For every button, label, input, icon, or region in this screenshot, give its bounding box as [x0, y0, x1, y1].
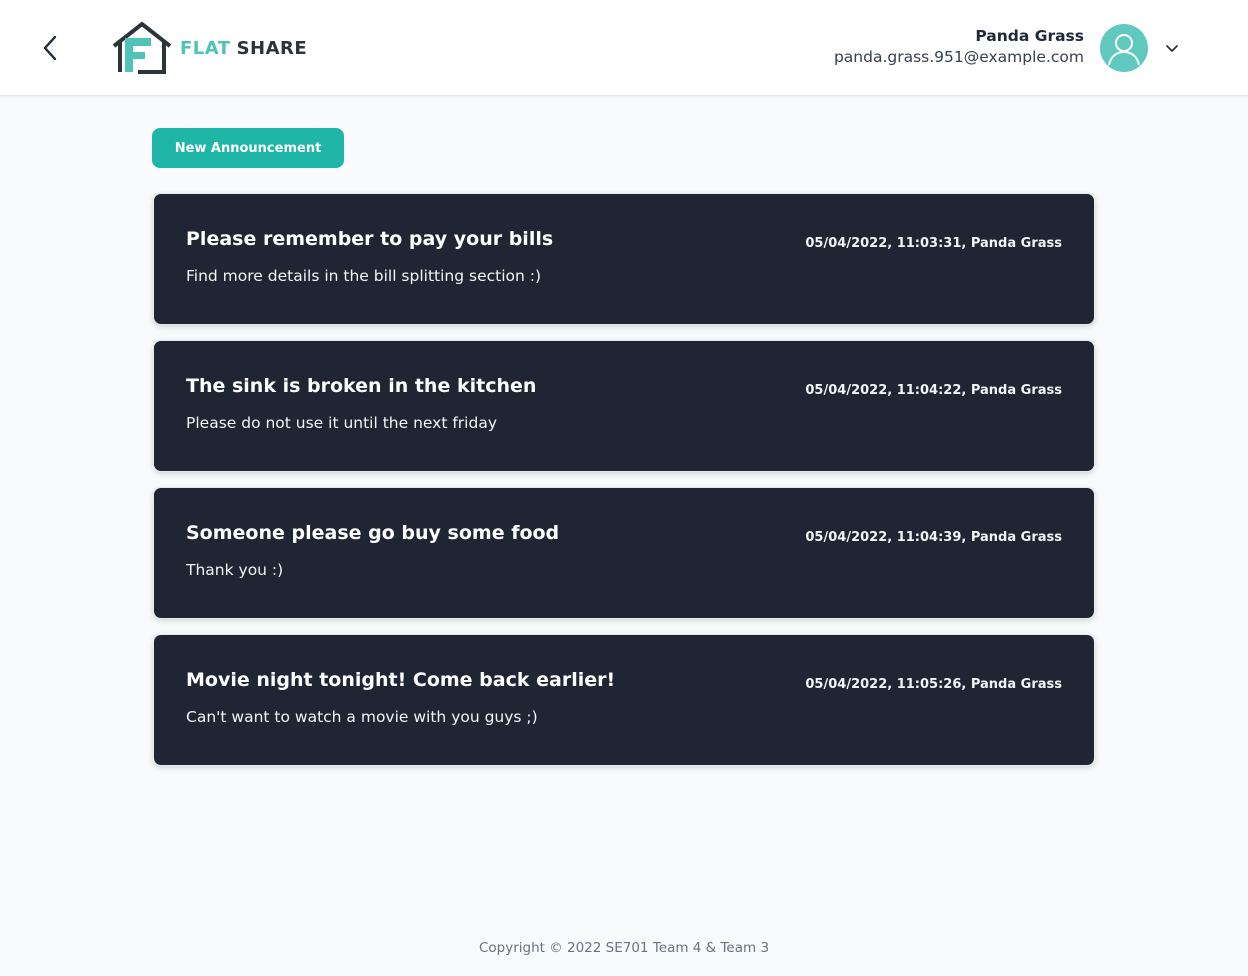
user-email: panda.grass.951@example.com: [833, 48, 1084, 66]
avatar[interactable]: [1100, 24, 1148, 72]
house-f-icon: [112, 21, 172, 74]
announcement-body: Can't want to watch a movie with you guy…: [186, 708, 538, 726]
user-avatar-icon: [1108, 34, 1140, 66]
announcement-meta: 05/04/2022, 11:04:39, Panda Grass: [805, 530, 1062, 545]
back-button[interactable]: [32, 30, 68, 66]
flat-share-logo[interactable]: FLAT SHARE: [110, 20, 307, 76]
announcement-body: Thank you :): [186, 561, 284, 579]
footer-copyright: Copyright © 2022 SE701 Team 4 & Team 3: [478, 940, 770, 956]
user-info: Panda Grass panda.grass.951@example.com: [834, 26, 1084, 68]
announcement-meta: 05/04/2022, 11:05:26, Panda Grass: [805, 677, 1062, 692]
new-announcement-button[interactable]: New Announcement: [152, 128, 344, 168]
logo-share-text: SHARE: [236, 37, 308, 59]
announcement-body: Find more details in the bill splitting …: [186, 267, 542, 285]
announcement-list: Please remember to pay your bills Find m…: [153, 193, 1095, 781]
logo-flat-text: FLAT: [180, 37, 231, 59]
announcement-card[interactable]: Please remember to pay your bills Find m…: [153, 193, 1095, 325]
chevron-left-icon: [43, 35, 57, 61]
user-name: Panda Grass: [975, 27, 1084, 45]
user-menu-toggle[interactable]: [1162, 38, 1182, 58]
announcement-title: Please remember to pay your bills: [186, 228, 554, 250]
app-header: FLAT SHARE Panda Grass panda.grass.951@e…: [0, 0, 1248, 96]
announcement-meta: 05/04/2022, 11:04:22, Panda Grass: [805, 383, 1062, 398]
announcement-card[interactable]: Movie night tonight! Come back earlier! …: [153, 634, 1095, 766]
announcement-card[interactable]: The sink is broken in the kitchen Please…: [153, 340, 1095, 472]
announcement-title: Someone please go buy some food: [186, 522, 560, 544]
chevron-down-icon: [1166, 45, 1178, 52]
announcement-title: Movie night tonight! Come back earlier!: [186, 669, 616, 691]
announcement-body: Please do not use it until the next frid…: [186, 414, 497, 432]
announcement-meta: 05/04/2022, 11:03:31, Panda Grass: [805, 236, 1062, 251]
announcement-card[interactable]: Someone please go buy some food Thank yo…: [153, 487, 1095, 619]
announcement-title: The sink is broken in the kitchen: [186, 375, 537, 397]
